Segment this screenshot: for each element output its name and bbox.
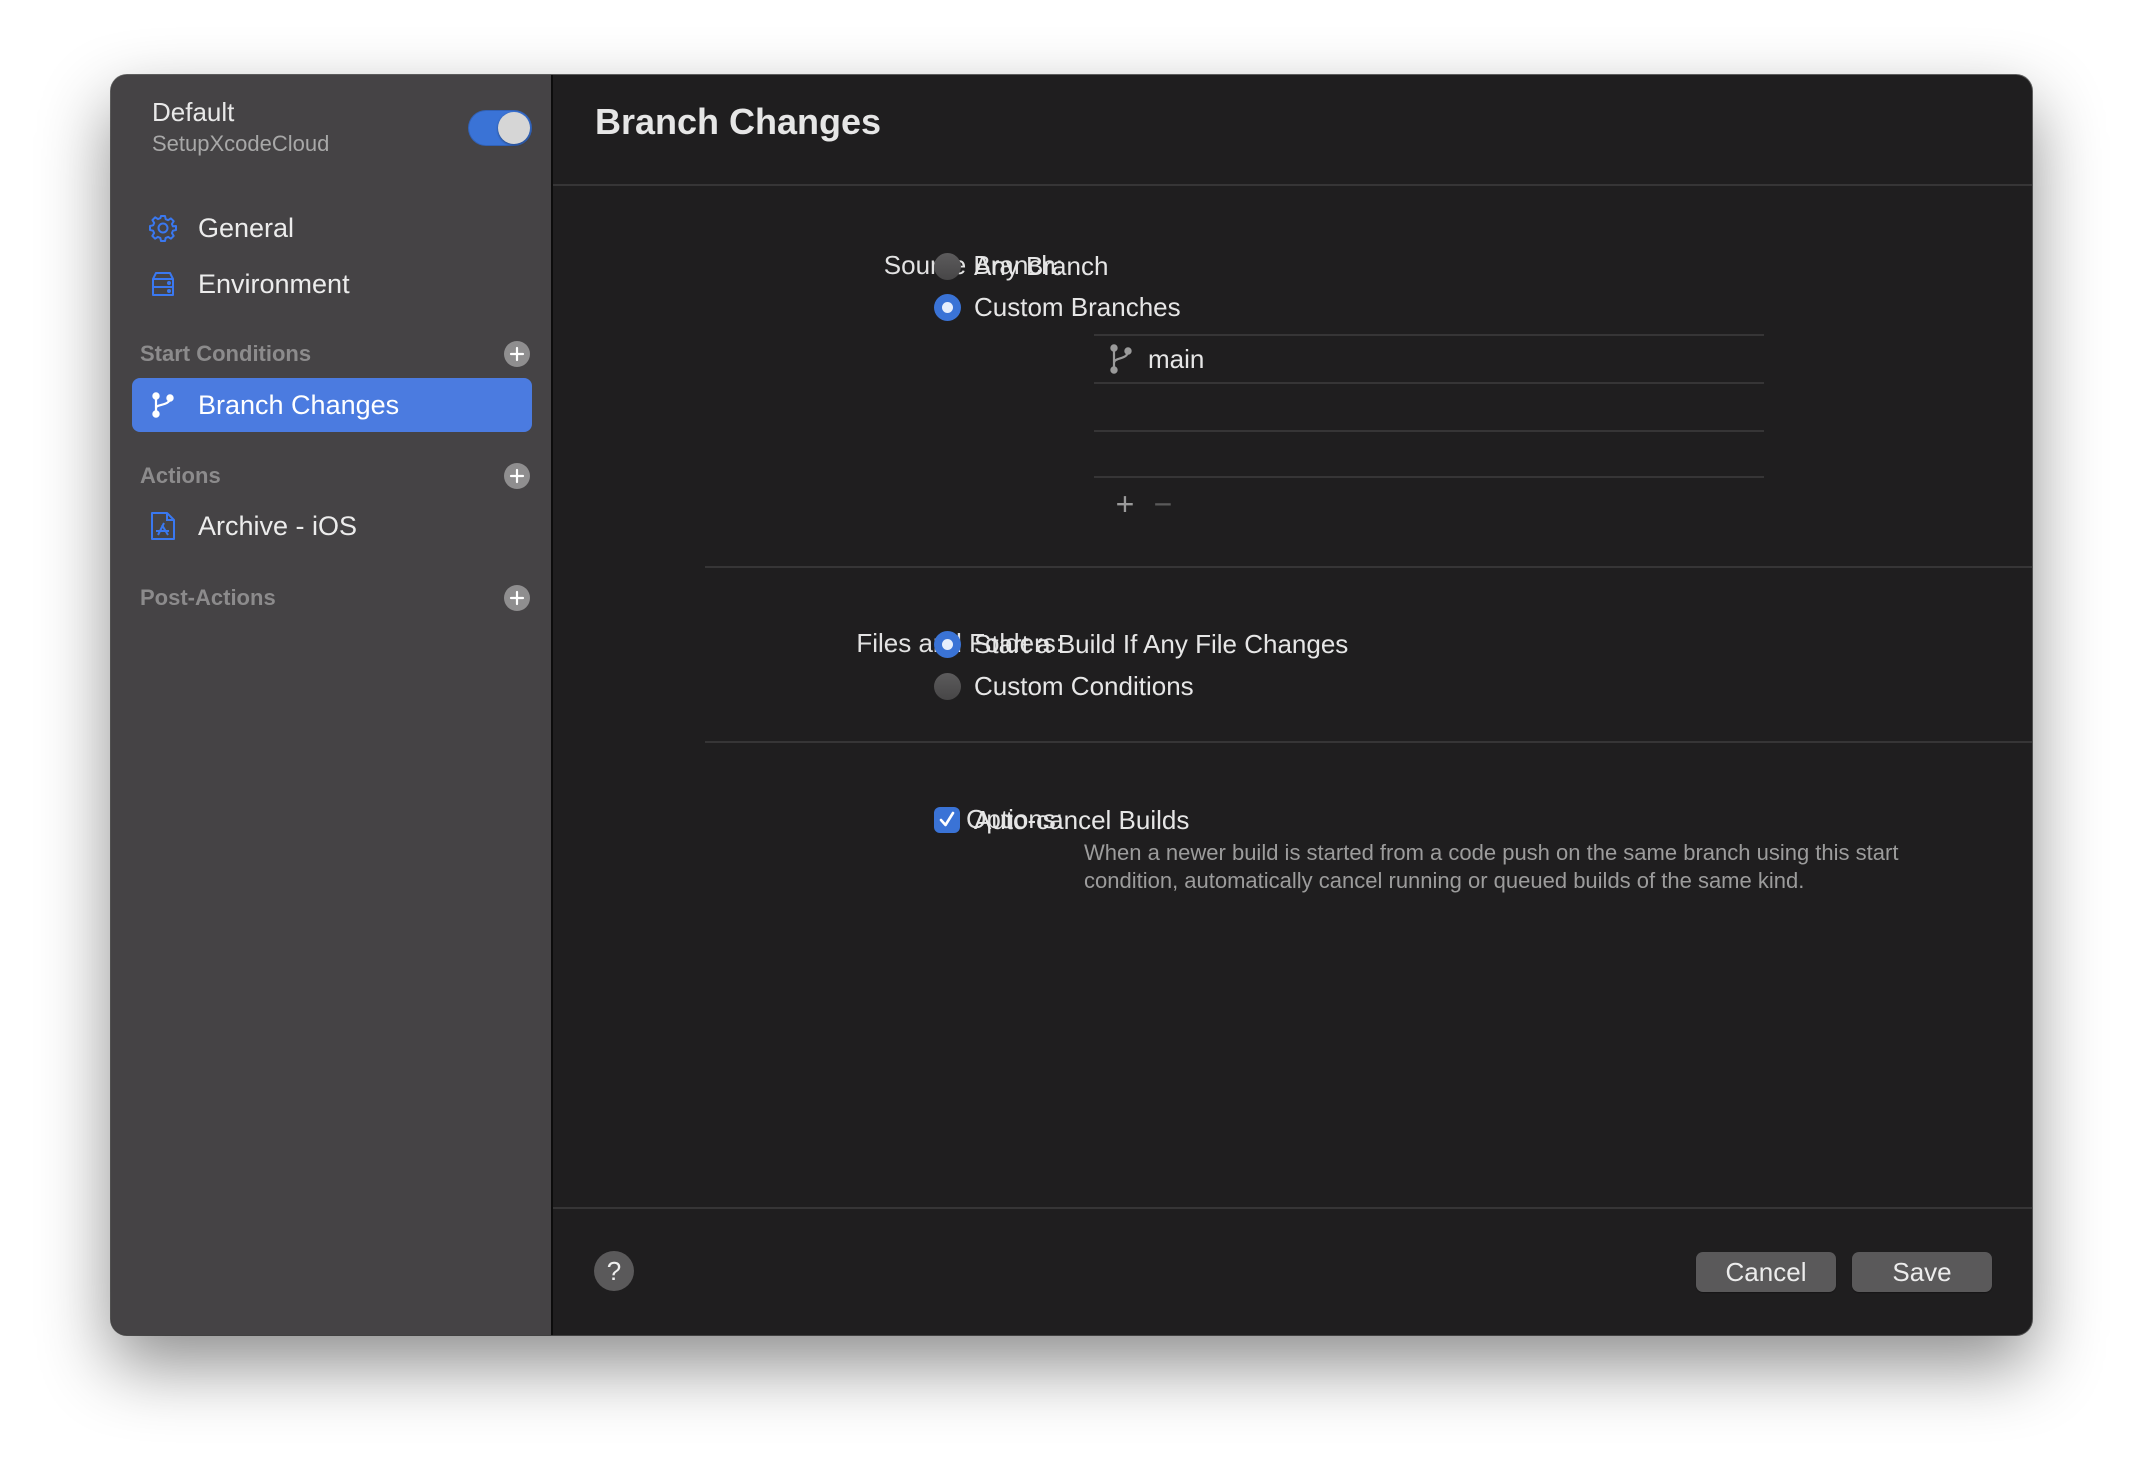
plus-icon	[509, 468, 525, 484]
product-name: SetupXcodeCloud	[152, 131, 330, 156]
workflow-editor-window: Default SetupXcodeCloud General Environm…	[111, 75, 2032, 1335]
sidebar-item-branch-changes[interactable]: Branch Changes	[132, 378, 532, 432]
option-label: Auto-cancel Builds	[974, 804, 1190, 835]
radio-button	[934, 672, 961, 700]
branch-row[interactable]	[1094, 430, 1764, 478]
sidebar: Default SetupXcodeCloud General Environm…	[111, 75, 553, 1335]
server-icon	[148, 269, 178, 299]
section-title: Post-Actions	[140, 585, 276, 610]
option-label: Custom Conditions	[974, 670, 1194, 701]
branch-row[interactable]: main	[1094, 334, 1764, 382]
radio-any-file-changes[interactable]: Start a Build If Any File Changes	[934, 627, 1348, 661]
section-divider	[705, 741, 2032, 743]
app-store-document-icon	[148, 511, 178, 541]
radio-button	[934, 630, 961, 658]
radio-custom-conditions[interactable]: Custom Conditions	[934, 669, 1194, 703]
checkbox	[934, 807, 960, 833]
section-post-actions: Post-Actions	[140, 580, 532, 616]
branch-list: main	[1094, 334, 1764, 478]
auto-cancel-checkbox[interactable]: Auto-cancel Builds	[934, 803, 1189, 837]
radio-button	[934, 293, 961, 321]
sidebar-item-label: Archive - iOS	[198, 510, 358, 541]
sidebar-item-archive-ios[interactable]: Archive - iOS	[132, 499, 532, 553]
add-branch-button[interactable]: +	[1106, 488, 1144, 520]
main-panel: Branch Changes Source Branch: Any Branch…	[553, 75, 2032, 1335]
header-divider	[553, 184, 2032, 186]
radio-any-branch[interactable]: Any Branch	[934, 249, 1108, 283]
gear-icon	[148, 213, 178, 243]
option-label: Start a Build If Any File Changes	[974, 628, 1349, 659]
auto-cancel-description: When a newer build is started from a cod…	[1084, 840, 1899, 893]
sidebar-item-environment[interactable]: Environment	[132, 257, 532, 311]
sidebar-item-label: Environment	[198, 268, 350, 299]
branch-icon	[148, 390, 178, 420]
page-title: Branch Changes	[595, 101, 882, 142]
cancel-button[interactable]: Cancel	[1696, 1252, 1836, 1292]
add-post-action-button[interactable]	[504, 585, 530, 611]
section-divider	[705, 566, 2032, 568]
section-start-conditions: Start Conditions	[140, 336, 532, 372]
add-action-button[interactable]	[504, 463, 530, 489]
workflow-name: Default	[152, 97, 235, 127]
section-actions: Actions	[140, 458, 532, 494]
branch-name: main	[1148, 343, 1205, 374]
branch-list-controls: + −	[1106, 488, 1182, 520]
save-button[interactable]: Save	[1852, 1252, 1992, 1292]
branch-icon	[1108, 344, 1134, 374]
checkmark-icon	[939, 811, 955, 827]
add-start-condition-button[interactable]	[504, 341, 530, 367]
section-title: Start Conditions	[140, 341, 312, 366]
radio-custom-branches[interactable]: Custom Branches	[934, 290, 1181, 324]
toggle-knob	[498, 112, 530, 144]
help-button[interactable]: ?	[594, 1251, 634, 1291]
radio-button	[934, 252, 961, 280]
plus-icon	[509, 590, 525, 606]
remove-branch-button[interactable]: −	[1144, 488, 1182, 520]
branch-row[interactable]	[1094, 382, 1764, 430]
footer-divider	[553, 1207, 2032, 1209]
option-label: Any Branch	[974, 250, 1109, 281]
sidebar-item-label: Branch Changes	[198, 389, 400, 420]
workflow-enabled-toggle[interactable]	[468, 110, 532, 146]
sidebar-item-general[interactable]: General	[132, 201, 532, 255]
plus-icon	[509, 346, 525, 362]
option-label: Custom Branches	[974, 291, 1181, 322]
section-title: Actions	[140, 463, 221, 488]
sidebar-item-label: General	[198, 212, 295, 243]
